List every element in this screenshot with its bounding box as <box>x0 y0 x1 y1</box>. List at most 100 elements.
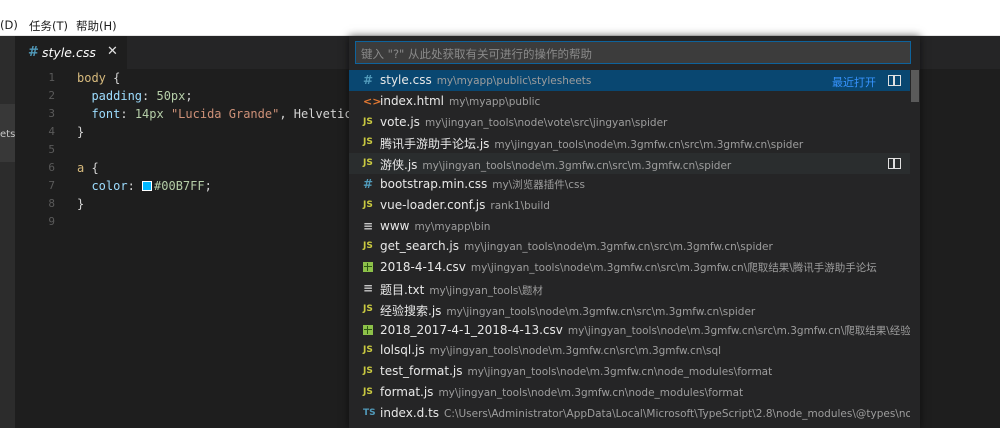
code-text: font: 14px "Lucida Grande", Helvetic <box>77 105 351 123</box>
file-name-label: www <box>380 218 410 233</box>
line-number: 6 <box>48 161 55 174</box>
file-name: 经验搜索.js my\jingyan_tools\node\m.3gmfw.cn\… <box>380 302 755 319</box>
quick-open-item[interactable]: 2018-4-14.csv my\jingyan_tools\node\m.3gm… <box>349 257 910 278</box>
file-path: my\jingyan_tools\node\m.3gmfw.cn\src\m.3… <box>446 305 756 318</box>
code-token: ; <box>185 89 193 103</box>
quick-open-item[interactable]: JS vue-loader.conf.js rank1\build <box>349 195 910 216</box>
code-text: } <box>77 123 84 141</box>
code-text: color: #00B7FF; <box>77 177 212 195</box>
html-file-icon: <> <box>363 94 382 108</box>
file-name: style.css my\myapp\public\stylesheets <box>380 73 591 87</box>
file-path: rank1\build <box>490 199 550 212</box>
code-token: ; <box>204 179 212 193</box>
quick-open-item[interactable]: JS test_format.js my\jingyan_tools\node\m.… <box>349 361 910 382</box>
quick-open-panel: 键入 "?" 从此处获取有关可进行的操作的帮助 # style.css my\mya… <box>349 36 920 428</box>
line-number: 7 <box>48 179 55 192</box>
code-text: a { <box>77 159 99 177</box>
close-icon[interactable]: ✕ <box>107 44 118 59</box>
file-name: lolsql.js my\jingyan_tools\node\m.3gmfw.c… <box>380 343 721 357</box>
csv-file-icon <box>363 323 379 338</box>
line-number: 5 <box>48 143 55 156</box>
file-name: format.js my\jingyan_tools\node\m.3gmfw.c… <box>380 385 743 399</box>
activity-partial-label: ets <box>0 129 16 140</box>
js-file-icon: JS <box>363 199 373 210</box>
scrollbar-thumb[interactable] <box>911 70 919 102</box>
line-number: 1 <box>48 71 55 84</box>
file-name-label: index.d.ts <box>380 405 440 420</box>
file-name: get_search.js my\jingyan_tools\node\m.3gm… <box>380 239 773 253</box>
file-path: my\jingyan_tools\node\m.3gmfw.cn\src\m.3… <box>494 139 804 152</box>
file-name-label: get_search.js <box>380 239 459 254</box>
file-name: vue-loader.conf.js rank1\build <box>380 198 550 212</box>
code-token: { <box>84 161 99 175</box>
file-path: my\myapp\public\stylesheets <box>436 75 592 87</box>
code-token: } <box>77 125 85 139</box>
quick-open-item[interactable]: TS index.d.ts C:\Users\Administrator\AppDa… <box>349 403 910 424</box>
quick-open-item[interactable]: 2018_2017-4-1_2018-4-13.csv my\jingyan_to… <box>349 320 910 341</box>
file-name-label: bootstrap.min.css <box>380 177 488 191</box>
code-token: padding <box>91 89 143 103</box>
file-path: my\jingyan_tools\node\m.3gmfw.cn\src\m.3… <box>567 324 910 337</box>
file-name: index.html my\myapp\public <box>380 94 540 108</box>
file-path: my\jingyan_tools\node\m.3gmfw.cn\src\m.3… <box>422 160 732 173</box>
file-path: my\浏览器插件\css <box>492 179 585 191</box>
js-file-icon: JS <box>363 158 373 169</box>
file-path: my\jingyan_tools\node\m.3gmfw.cn\src\m.3… <box>470 262 877 275</box>
csv-file-icon <box>363 260 379 275</box>
code-token: 50px <box>156 89 186 103</box>
quick-open-scrollbar[interactable] <box>910 70 920 428</box>
color-swatch[interactable] <box>142 181 153 191</box>
css-file-icon: # <box>363 177 374 191</box>
quick-open-input[interactable]: 键入 "?" 从此处获取有关可进行的操作的帮助 <box>355 41 911 64</box>
code-token: color <box>91 179 128 193</box>
code-token: #00B7FF <box>154 179 205 193</box>
quick-open-item[interactable]: JS 腾讯手游助手论坛.js my\jingyan_tools\node\m.3gm… <box>349 132 910 153</box>
text-file-icon: ≡ <box>363 281 374 295</box>
quick-open-list: # style.css my\myapp\public\stylesheets 最近打… <box>349 70 910 428</box>
quick-open-item[interactable]: JS 经验搜索.js my\jingyan_tools\node\m.3gmfw.c… <box>349 299 910 320</box>
quick-open-item[interactable]: JS 游侠.js my\jingyan_tools\node\m.3gmfw.cn\… <box>349 153 910 175</box>
quick-open-item[interactable]: # bootstrap.min.css my\浏览器插件\css <box>349 174 910 195</box>
split-editor-icon[interactable] <box>888 158 901 170</box>
file-name: 题目.txt my\jingyan_tools\题材 <box>380 281 543 298</box>
quick-open-item[interactable]: ≡ www my\myapp\bin <box>349 216 910 237</box>
menu-help[interactable]: 帮助(H) <box>76 18 117 34</box>
quick-open-item[interactable]: JS lolsql.js my\jingyan_tools\node\m.3gmfw… <box>349 340 910 361</box>
quick-open-item[interactable]: JS get_search.js my\jingyan_tools\node\m.3… <box>349 236 910 257</box>
file-name-label: 2018_2017-4-1_2018-4-13.csv <box>380 322 563 337</box>
file-path: my\myapp\bin <box>414 220 491 233</box>
tab-style-css[interactable]: # style.css ✕ <box>15 36 127 69</box>
code-token: "Lucida Grande" <box>170 107 280 121</box>
js-file-icon: JS <box>363 137 373 148</box>
line-number: 2 <box>48 89 55 102</box>
file-path: my\jingyan_tools\node\m.3gmfw.cn\node_mo… <box>467 366 773 379</box>
file-path: my\jingyan_tools\node\m.3gmfw.cn\node_mo… <box>438 387 744 399</box>
quick-open-placeholder: 键入 "?" 从此处获取有关可进行的操作的帮助 <box>361 47 592 61</box>
code-token: 14px <box>134 107 164 121</box>
file-name-label: 经验搜索.js <box>380 303 442 318</box>
file-name: bootstrap.min.css my\浏览器插件\css <box>380 177 585 192</box>
file-name: 游侠.js my\jingyan_tools\node\m.3gmfw.cn\sr… <box>380 156 731 173</box>
code-token: : <box>142 89 157 103</box>
quick-open-item[interactable]: ≡ 题目.txt my\jingyan_tools\题材 <box>349 278 910 299</box>
css-file-icon: # <box>363 73 374 87</box>
file-name: 2018-4-14.csv my\jingyan_tools\node\m.3gm… <box>380 260 877 275</box>
code-token: : <box>120 107 135 121</box>
split-editor-icon[interactable] <box>888 75 901 86</box>
menu-debug[interactable]: (D) <box>0 18 18 32</box>
file-path: C:\Users\Administrator\AppData\Local\Mic… <box>444 407 910 420</box>
menu-tasks[interactable]: 任务(T) <box>29 18 68 34</box>
quick-open-item[interactable]: JS format.js my\jingyan_tools\node\m.3gmfw… <box>349 382 910 403</box>
file-name-label: format.js <box>380 385 434 399</box>
code-text: } <box>77 195 84 213</box>
quick-open-item[interactable]: JS vote.js my\jingyan_tools\node\vote\src\… <box>349 112 910 133</box>
js-file-icon: JS <box>363 387 373 397</box>
css-file-icon: # <box>28 45 39 60</box>
file-name-label: lolsql.js <box>380 343 425 358</box>
file-name: www my\myapp\bin <box>380 219 490 233</box>
quick-open-item[interactable]: <> index.html my\myapp\public <box>349 91 910 112</box>
quick-open-item[interactable]: # style.css my\myapp\public\stylesheets 最近打… <box>349 70 910 91</box>
code-token: body <box>77 71 106 85</box>
file-path: my\jingyan_tools\题材 <box>429 285 543 297</box>
